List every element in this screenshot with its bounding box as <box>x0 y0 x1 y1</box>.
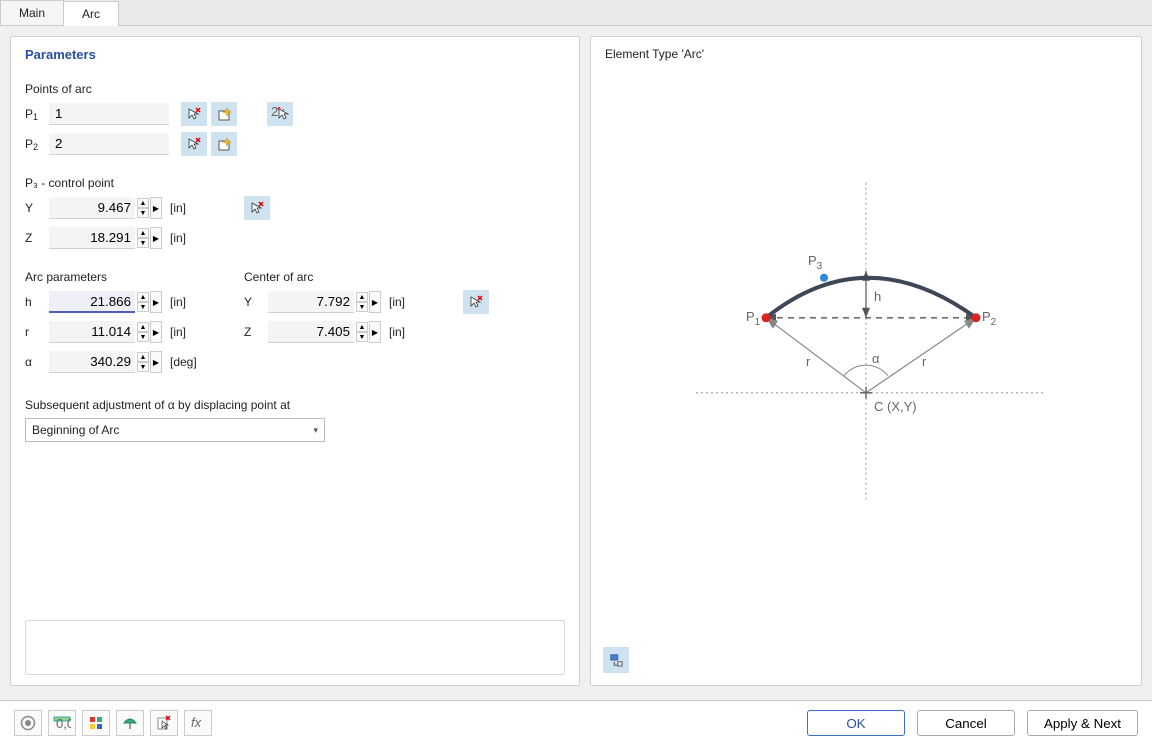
section-adjustment: Subsequent adjustment of α by displacing… <box>25 398 565 412</box>
input-p1[interactable] <box>49 103 169 125</box>
view-button[interactable] <box>116 710 144 736</box>
unit-alpha: [deg] <box>170 355 204 369</box>
pick-cursor-x-icon <box>468 294 484 310</box>
spinner-ctrl-z[interactable]: ▲▼ <box>137 228 149 248</box>
flyout-r[interactable]: ▶ <box>150 321 162 343</box>
dropdown-adjustment-value: Beginning of Arc <box>32 423 119 437</box>
pick-control-point-button[interactable] <box>244 196 270 220</box>
tab-main[interactable]: Main <box>0 0 64 25</box>
label-alpha: α <box>25 355 49 369</box>
spinner-center-z[interactable]: ▲▼ <box>356 322 368 342</box>
units-icon: 0,00 <box>53 716 71 730</box>
input-alpha[interactable] <box>49 351 135 373</box>
svg-text:P3: P3 <box>808 253 823 272</box>
flyout-center-y[interactable]: ▶ <box>369 291 381 313</box>
label-center-z: Z <box>244 325 268 339</box>
label-p1: P1 <box>25 107 49 121</box>
input-center-y[interactable] <box>268 291 354 313</box>
pick-node-p1-button[interactable] <box>181 102 207 126</box>
cursor-document-x-icon <box>156 715 172 731</box>
svg-text:r: r <box>806 354 811 369</box>
unit-h: [in] <box>170 295 204 309</box>
spinner-center-y[interactable]: ▲▼ <box>356 292 368 312</box>
clear-pick-button[interactable] <box>150 710 178 736</box>
svg-text:α: α <box>872 351 880 366</box>
tab-arc[interactable]: Arc <box>63 1 119 26</box>
ok-button[interactable]: OK <box>807 710 905 736</box>
fx-icon: fx <box>189 715 207 731</box>
chevron-down-icon: ▾ <box>313 425 318 436</box>
svg-text:0,00: 0,00 <box>56 716 71 730</box>
preview-mode-button[interactable] <box>603 647 629 673</box>
comment-area[interactable] <box>25 620 565 675</box>
pick-cursor-x-icon <box>186 106 202 122</box>
bottom-bar: 0,00 fx OK Cancel Apply & Next <box>0 700 1152 745</box>
label-r: r <box>25 325 49 339</box>
label-h: h <box>25 295 49 309</box>
flyout-ctrl-y[interactable]: ▶ <box>150 197 162 219</box>
help-button[interactable] <box>14 710 42 736</box>
pick-cursor-x-icon <box>249 200 265 216</box>
input-ctrl-y[interactable] <box>49 197 135 219</box>
help-icon <box>20 715 36 731</box>
unit-center-z: [in] <box>389 325 423 339</box>
new-node-p1-button[interactable] <box>211 102 237 126</box>
svg-text:h: h <box>874 289 881 304</box>
section-points-of-arc: Points of arc <box>25 82 565 96</box>
preview-panel: Element Type 'Arc' <box>590 36 1142 686</box>
input-p2[interactable] <box>49 133 169 155</box>
color-button[interactable] <box>82 710 110 736</box>
input-h[interactable] <box>49 291 135 313</box>
pick-node-p2-button[interactable] <box>181 132 207 156</box>
umbrella-icon <box>122 715 138 731</box>
cancel-button[interactable]: Cancel <box>917 710 1015 736</box>
label-p2: P2 <box>25 137 49 151</box>
input-center-z[interactable] <box>268 321 354 343</box>
unit-r: [in] <box>170 325 204 339</box>
tab-strip: Main Arc <box>0 0 1152 26</box>
spinner-h[interactable]: ▲▼ <box>137 292 149 312</box>
pick-cursor-x-icon <box>186 136 202 152</box>
unit-center-y: [in] <box>389 295 423 309</box>
dropdown-adjustment[interactable]: Beginning of Arc ▾ <box>25 418 325 442</box>
new-node-p2-button[interactable] <box>211 132 237 156</box>
pick-two-nodes-button[interactable]: 2x <box>267 102 293 126</box>
label-center-y: Y <box>244 295 268 309</box>
colors-icon <box>88 715 104 731</box>
input-r[interactable] <box>49 321 135 343</box>
unit-ctrl-z: [in] <box>170 231 204 245</box>
pick-center-button[interactable] <box>463 290 489 314</box>
section-center-of-arc: Center of arc <box>244 270 489 284</box>
svg-text:fx: fx <box>191 715 202 730</box>
svg-text:r: r <box>922 354 927 369</box>
spinner-ctrl-y[interactable]: ▲▼ <box>137 198 149 218</box>
new-object-icon <box>216 136 232 152</box>
fx-button[interactable]: fx <box>184 710 212 736</box>
arc-diagram: P1 P2 P3 h r r α C (X,Y) <box>656 143 1076 526</box>
svg-text:P1: P1 <box>746 309 761 328</box>
pick-2x-icon: 2x <box>271 106 289 122</box>
preview-mode-icon <box>609 652 623 668</box>
preview-title: Element Type 'Arc' <box>605 47 1127 61</box>
section-p3-control: P₃ - control point <box>25 176 565 190</box>
flyout-h[interactable]: ▶ <box>150 291 162 313</box>
parameters-panel: Parameters Points of arc P1 <box>10 36 580 686</box>
unit-ctrl-y: [in] <box>170 201 204 215</box>
label-ctrl-z: Z <box>25 231 49 245</box>
section-arc-params: Arc parameters <box>25 270 204 284</box>
svg-text:C (X,Y): C (X,Y) <box>874 399 917 414</box>
apply-next-button[interactable]: Apply & Next <box>1027 710 1138 736</box>
panel-title: Parameters <box>25 47 565 62</box>
spinner-alpha[interactable]: ▲▼ <box>137 352 149 372</box>
spinner-r[interactable]: ▲▼ <box>137 322 149 342</box>
input-ctrl-z[interactable] <box>49 227 135 249</box>
flyout-alpha[interactable]: ▶ <box>150 351 162 373</box>
units-button[interactable]: 0,00 <box>48 710 76 736</box>
new-object-icon <box>216 106 232 122</box>
svg-text:P2: P2 <box>982 309 997 328</box>
flyout-center-z[interactable]: ▶ <box>369 321 381 343</box>
flyout-ctrl-z[interactable]: ▶ <box>150 227 162 249</box>
label-ctrl-y: Y <box>25 201 49 215</box>
